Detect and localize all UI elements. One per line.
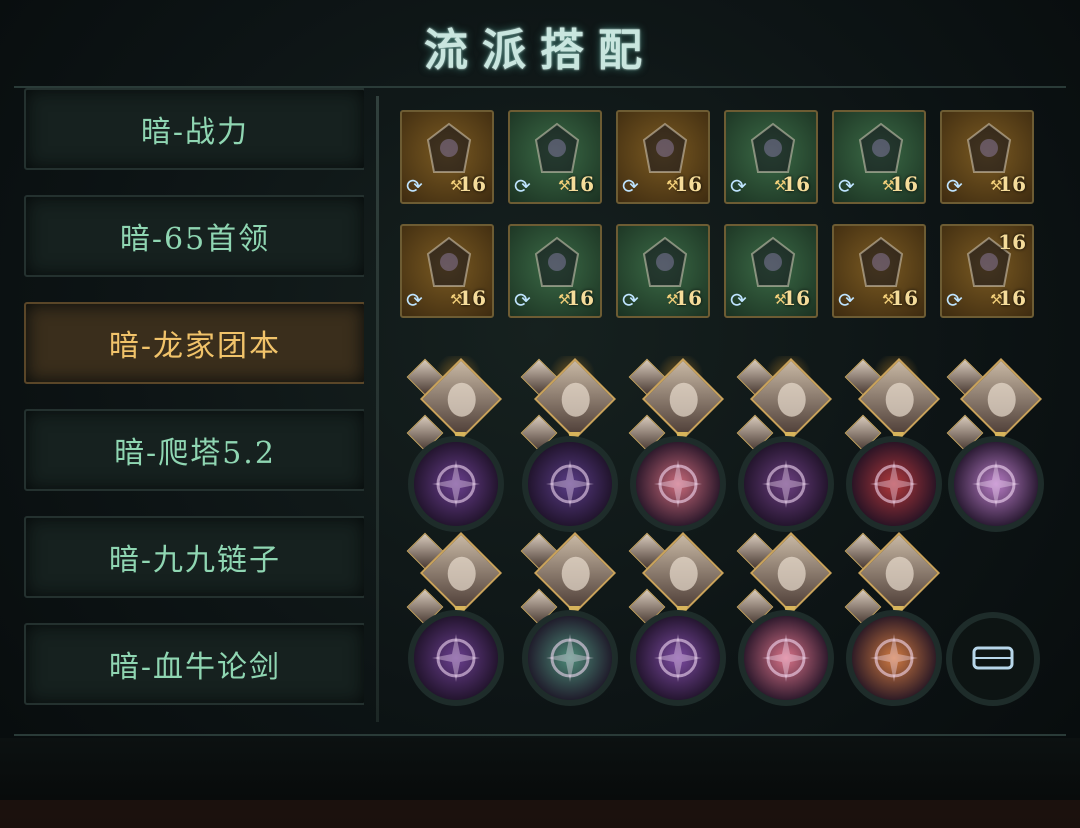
bottom-rim [0,800,1080,828]
skill-slot[interactable] [736,356,838,532]
skill-emblem-icon [948,436,1044,532]
refresh-icon: ⟳ [622,174,639,198]
enhance-level: 16 [566,286,594,310]
sidebar-item-3[interactable]: 暗-龙家团本 [24,302,364,384]
skill-emblem-icon [738,436,834,532]
skill-emblem-icon [408,610,504,706]
refresh-icon: ⟳ [730,174,747,198]
enhance-level: 16 [458,286,486,310]
build-sidebar: 暗-战力暗-65首领 暗-龙家团本 暗-爬塔5.2 暗-九九链子 暗-血牛论剑 [24,88,364,728]
equipment-slot[interactable]: ⟳ ⚒ 16 [832,224,926,318]
sidebar-item-label: 暗-九九链子 [108,543,282,578]
skill-emblem-icon [522,610,618,706]
enhance-level-secondary: 16 [998,230,1026,254]
stage: 流派搭配 暗-战力暗-65首领 暗-龙家团本 暗-爬塔5.2 暗-九九链子 暗-血牛论剑… [0,0,1080,828]
skill-slot[interactable] [628,356,730,532]
sidebar-item-4[interactable]: 暗-爬塔5.2 [24,409,364,491]
crimson-ornament-icon [852,234,910,292]
equipment-slot[interactable]: ⟳ ⚒ 16 [400,224,494,318]
page-title: 流派搭配 [424,25,656,76]
sidebar-item-label: 暗-65首领 [119,222,271,257]
equipment-slot[interactable]: ⟳ ⚒ 16 [724,224,818,318]
sidebar-item-label: 暗-龙家团本 [108,329,282,364]
blue-belt-icon [744,234,802,292]
skill-slot[interactable] [520,530,622,706]
skill-slot[interactable] [628,530,730,706]
skill-emblem-icon [846,610,942,706]
sidebar-item-6[interactable]: 暗-血牛论剑 [24,623,364,705]
golden-fan-weapon-icon [420,120,478,178]
skill-slot[interactable] [406,530,508,706]
refresh-icon: ⟳ [514,174,531,198]
sidebar-item-label: 暗-血牛论剑 [108,650,282,685]
refresh-icon: ⟳ [838,288,855,312]
skill-slot[interactable] [736,530,838,706]
panel-divider [376,96,379,722]
skill-slot[interactable] [946,356,1048,532]
enhance-level: 16 [458,172,486,196]
enhance-level: 16 [890,286,918,310]
skill-emblem-icon [630,610,726,706]
skill-emblem-icon [630,436,726,532]
equipment-slot[interactable]: ⟳ ⚒ 16 [616,224,710,318]
sidebar-item-5[interactable]: 暗-九九链子 [24,516,364,598]
skill-slot[interactable] [406,356,508,532]
skill-emblem-icon [408,436,504,532]
refresh-icon: ⟳ [946,174,963,198]
empty-skill-slot[interactable] [946,612,1040,706]
refresh-icon: ⟳ [406,288,423,312]
dark-armor-icon [636,120,694,178]
skill-emblem-icon [846,436,942,532]
refresh-icon: ⟳ [946,288,963,312]
enhance-level: 16 [566,172,594,196]
sidebar-item-1[interactable]: 暗-战力 [24,88,364,170]
equipment-slot[interactable]: ⟳ ⚒ 16 [832,110,926,204]
sidebar-item-label: 暗-爬塔5.2 [114,436,276,471]
sidebar-item-2[interactable]: 暗-65首领 [24,195,364,277]
steel-boots-icon [852,120,910,178]
sidebar-item-label: 暗-战力 [140,115,250,150]
refresh-icon: ⟳ [730,288,747,312]
equipment-slot[interactable]: ⟳ ⚒ 16 16 [940,224,1034,318]
enhance-level: 16 [998,286,1026,310]
equipment-slot[interactable]: ⟳ ⚒ 16 [508,224,602,318]
equipment-slot[interactable]: ⟳ ⚒ 16 [940,110,1034,204]
enhance-level: 16 [674,286,702,310]
enhance-level: 16 [998,172,1026,196]
refresh-icon: ⟳ [838,174,855,198]
purple-flame-charm-icon [420,234,478,292]
skill-slot[interactable] [844,356,946,532]
skill-slot[interactable] [844,530,946,706]
crystal-bracer-icon [636,234,694,292]
equipment-slot[interactable]: ⟳ ⚒ 16 [400,110,494,204]
empty-belt-icon [972,646,1014,670]
equipment-slot[interactable]: ⟳ ⚒ 16 [508,110,602,204]
equipment-slot[interactable]: ⟳ ⚒ 16 [616,110,710,204]
skill-emblem-icon [738,610,834,706]
enhance-level: 16 [674,172,702,196]
equipment-slot[interactable]: ⟳ ⚒ 16 [724,110,818,204]
purple-robe-icon [744,120,802,178]
enhance-level: 16 [782,286,810,310]
refresh-icon: ⟳ [622,288,639,312]
skill-emblem-icon [522,436,618,532]
silver-gauntlet-icon [528,120,586,178]
red-necklace-icon [960,120,1018,178]
skill-slot[interactable] [520,356,622,532]
enhance-level: 16 [782,172,810,196]
enhance-level: 16 [890,172,918,196]
shadow-cloak-icon [528,234,586,292]
refresh-icon: ⟳ [406,174,423,198]
refresh-icon: ⟳ [514,288,531,312]
